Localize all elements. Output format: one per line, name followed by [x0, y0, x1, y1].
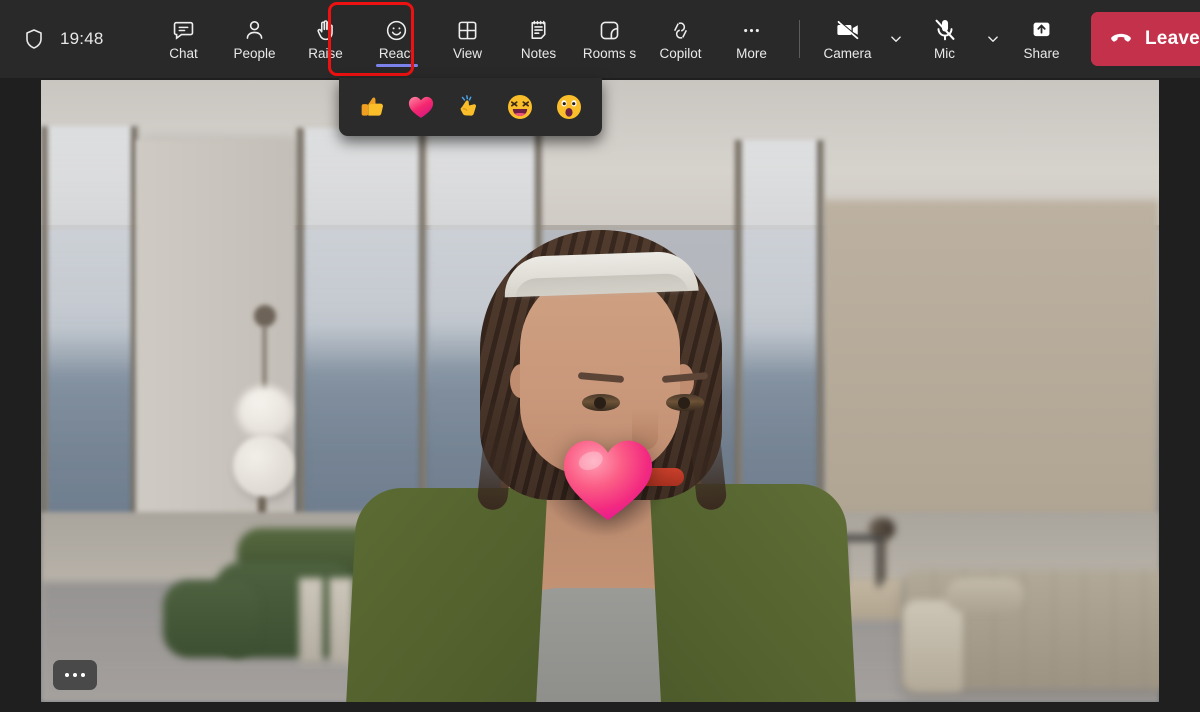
leave-split-button: Leave	[1091, 12, 1200, 66]
chat-bubble-icon	[171, 17, 197, 43]
reaction-applause-button[interactable]	[450, 87, 490, 127]
participant-video-tile[interactable]	[41, 80, 1159, 702]
ellipsis-icon	[739, 17, 765, 43]
leave-button-label: Leave	[1145, 28, 1200, 50]
notes-icon	[526, 17, 552, 43]
toolbar-button-react[interactable]: React	[361, 9, 432, 69]
toolbar-button-copilot[interactable]: Copilot	[645, 9, 716, 69]
avatar-headband	[503, 251, 698, 298]
toolbar-label-chat: Chat	[169, 46, 198, 61]
tile-ellipsis-dot-1	[65, 673, 69, 677]
meeting-stage	[0, 78, 1200, 712]
camera-options-chevron[interactable]	[883, 16, 909, 62]
camera-off-icon	[835, 17, 861, 43]
person-icon	[242, 17, 268, 43]
mic-control-group: Mic	[909, 9, 1006, 69]
toolbar-button-mic[interactable]: Mic	[909, 9, 980, 69]
grid-layout-icon	[455, 17, 481, 43]
breakout-rooms-icon	[597, 17, 623, 43]
toolbar-button-chat[interactable]: Chat	[148, 9, 219, 69]
reaction-heart-button[interactable]	[401, 87, 441, 127]
mic-off-icon	[932, 17, 958, 43]
tile-ellipsis-dot-2	[73, 673, 77, 677]
toolbar-label-mic: Mic	[934, 46, 955, 61]
toolbar-button-raise[interactable]: Raise	[290, 9, 361, 69]
avatar-eye-left	[582, 394, 620, 411]
toolbar-button-people[interactable]: People	[219, 9, 290, 69]
toolbar-label-raise: Raise	[308, 46, 343, 61]
toolbar-label-notes: Notes	[521, 46, 556, 61]
teams-meeting-window: 19:48 Chat People	[0, 0, 1200, 712]
toolbar-left-group: 19:48	[0, 27, 130, 51]
toolbar-label-copilot: Copilot	[659, 46, 701, 61]
reaction-thumbs-up-button[interactable]	[352, 87, 392, 127]
toolbar-button-share[interactable]: Share	[1006, 9, 1077, 69]
toolbar-divider	[799, 20, 800, 58]
toolbar-label-more: More	[736, 46, 767, 61]
toolbar-label-share: Share	[1023, 46, 1059, 61]
reactions-picker-popup	[339, 78, 602, 136]
toolbar-label-rooms: Rooms s	[583, 46, 636, 61]
share-screen-icon	[1029, 17, 1055, 43]
toolbar-button-camera[interactable]: Camera	[812, 9, 883, 69]
participant-avatar	[41, 80, 1159, 702]
meeting-clock: 19:48	[60, 29, 104, 49]
avatar-jacket-left	[345, 488, 548, 702]
toolbar-label-people: People	[233, 46, 275, 61]
toolbar-button-more[interactable]: More	[716, 9, 787, 69]
toolbar-label-react: React	[379, 46, 414, 61]
mic-options-chevron[interactable]	[980, 16, 1006, 62]
tile-ellipsis-dot-3	[81, 673, 85, 677]
toolbar-label-camera: Camera	[823, 46, 871, 61]
tile-more-options-button[interactable]	[53, 660, 97, 690]
shield-icon	[22, 27, 46, 51]
toolbar-right-group: Leave	[1077, 12, 1200, 66]
raised-hand-icon	[313, 17, 339, 43]
toolbar-action-group: Chat People	[148, 9, 1077, 69]
reaction-laugh-button[interactable]	[500, 87, 540, 127]
react-active-indicator	[376, 64, 418, 67]
hangup-icon	[1108, 25, 1134, 54]
leave-button[interactable]: Leave	[1091, 12, 1200, 66]
avatar-eyebrow-left	[578, 372, 624, 383]
reaction-surprised-button[interactable]	[549, 87, 589, 127]
floating-heart-reaction	[560, 432, 656, 524]
toolbar-button-view[interactable]: View	[432, 9, 503, 69]
meeting-toolbar: 19:48 Chat People	[0, 0, 1200, 78]
copilot-icon	[668, 17, 694, 43]
toolbar-button-rooms[interactable]: Rooms s	[574, 9, 645, 69]
toolbar-label-view: View	[453, 46, 482, 61]
camera-control-group: Camera	[812, 9, 909, 69]
toolbar-button-notes[interactable]: Notes	[503, 9, 574, 69]
smiley-face-icon	[384, 17, 410, 43]
